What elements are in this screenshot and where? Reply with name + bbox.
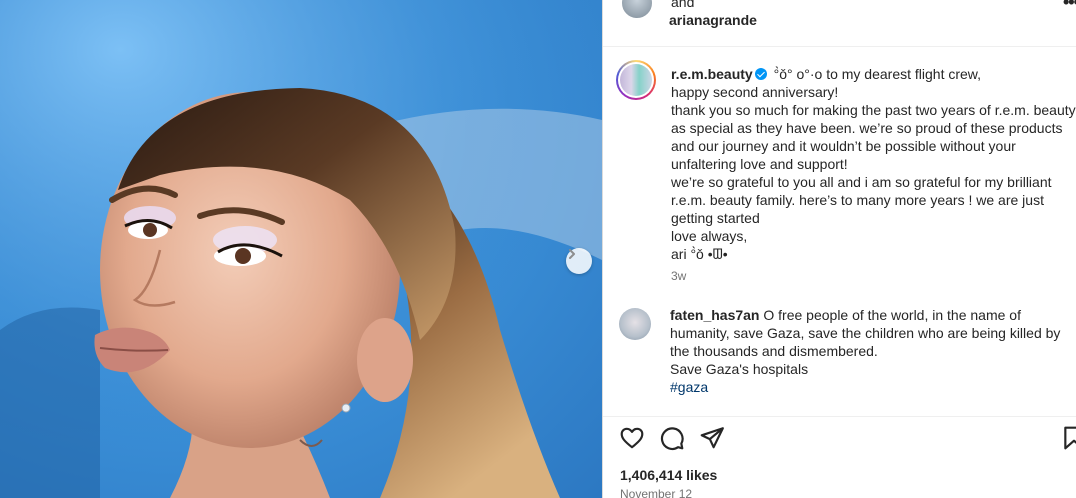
caption-line-8: r.e.m. beauty family. here’s to many mor… xyxy=(671,192,1044,208)
commenter-username-link[interactable]: faten_has7an xyxy=(670,307,759,323)
caption-line-11: ari °̀ǒ •ᗵ• xyxy=(671,246,728,262)
comment-line-4: Save Gaza's hospitals xyxy=(670,361,809,377)
caption-line-6: unfaltering love and support! xyxy=(671,156,848,172)
chevron-right-icon xyxy=(569,249,575,259)
caption-line-10: love always, xyxy=(671,228,748,244)
share-button[interactable] xyxy=(699,425,725,451)
collab-and-text: and xyxy=(671,0,695,10)
caption-line-1: °̀ǒ° o°·o to my dearest flight crew, xyxy=(773,66,982,82)
post-side-panel: and arianagrande ••• r.e.m.beauty °̀ǒ° o… xyxy=(602,0,1076,498)
caption-line-5: and our journey and it wouldn’t be possi… xyxy=(671,138,1016,154)
caption-avatar[interactable] xyxy=(616,60,656,100)
next-image-button[interactable] xyxy=(566,248,592,274)
likes-count[interactable]: 1,406,414 likes xyxy=(620,467,717,483)
caption-line-9: getting started xyxy=(671,210,760,226)
comment-line-3: the thousands and dismembered. xyxy=(670,343,878,359)
commenter-avatar[interactable] xyxy=(619,308,651,340)
caption-text: r.e.m.beauty °̀ǒ° o°·o to my dearest fli… xyxy=(671,65,1076,263)
post-media[interactable] xyxy=(0,0,602,498)
post-header: and arianagrande ••• xyxy=(603,0,1076,47)
heart-icon xyxy=(620,427,644,449)
share-icon xyxy=(700,427,724,449)
bookmark-icon xyxy=(1064,426,1076,450)
save-button[interactable] xyxy=(1061,425,1076,451)
owner-username-link[interactable]: arianagrande xyxy=(669,12,757,28)
caption-line-7: we’re so grateful to you all and i am so… xyxy=(671,174,1052,190)
comment-line-2: humanity, save Gaza, save the children w… xyxy=(670,325,1061,341)
post-photo xyxy=(0,0,602,498)
caption-line-4: as special as they have been. we’re so p… xyxy=(671,120,1063,136)
owner-avatar[interactable] xyxy=(620,0,654,20)
verified-badge-icon xyxy=(754,68,767,80)
hashtag-link[interactable]: #gaza xyxy=(670,379,708,395)
caption-line-3: thank you so much for making the past tw… xyxy=(671,102,1076,118)
like-button[interactable] xyxy=(619,425,645,451)
more-options-button[interactable]: ••• xyxy=(1063,0,1076,13)
comment-button[interactable] xyxy=(659,425,685,451)
caption-line-2: happy second anniversary! xyxy=(671,84,839,100)
post-date[interactable]: November 12 xyxy=(620,487,692,498)
comment-text: faten_has7an O free people of the world,… xyxy=(670,306,1070,396)
post-time[interactable]: 3w xyxy=(671,269,686,283)
caption-username-link[interactable]: r.e.m.beauty xyxy=(671,66,753,82)
post-actions-bar: 1,406,414 likes November 12 xyxy=(603,416,1076,498)
comment-icon xyxy=(660,427,684,451)
comment-line-1: O free people of the world, in the name … xyxy=(763,307,1021,323)
